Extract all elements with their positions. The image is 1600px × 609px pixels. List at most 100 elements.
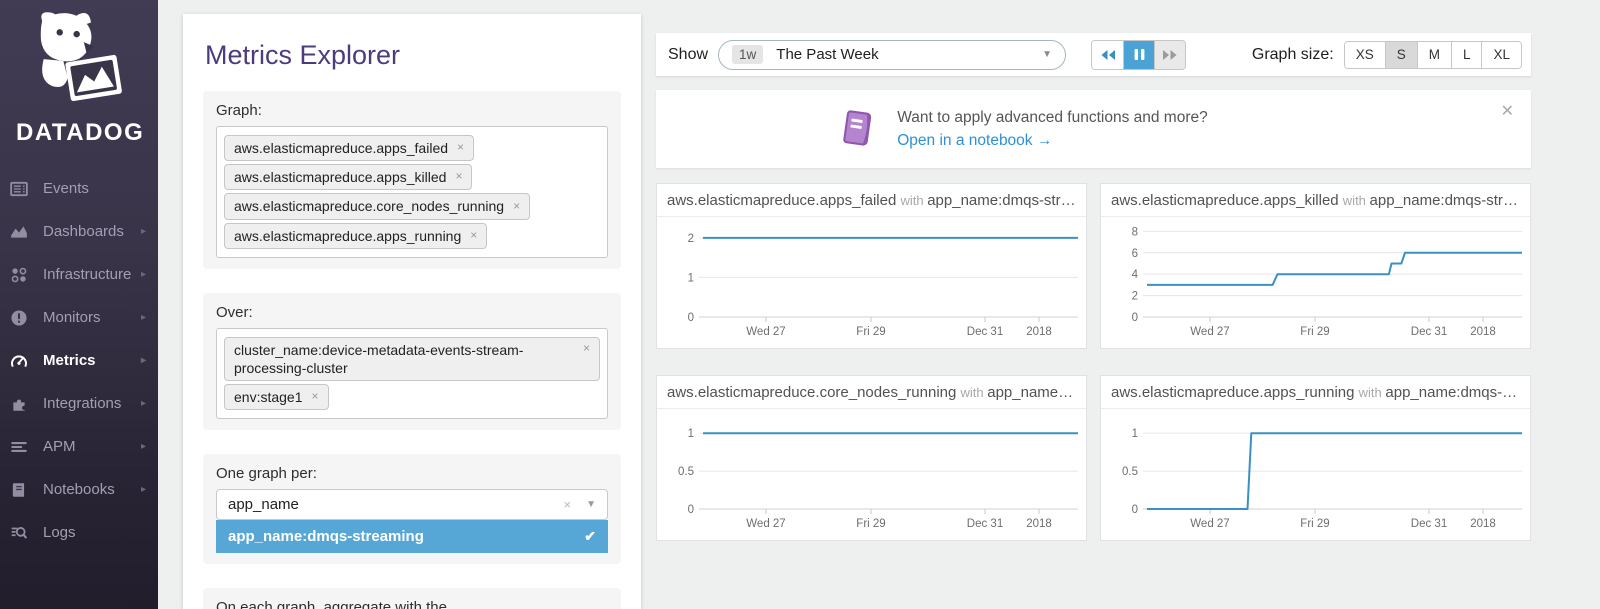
one-graph-per-select[interactable]: app_name × ▼ [216,489,608,520]
svg-text:0: 0 [688,504,694,516]
svg-text:1: 1 [688,272,694,284]
monitors-icon [10,309,28,327]
events-icon [10,180,28,198]
sidebar-item-metrics[interactable]: Metrics ▸ [0,339,158,382]
sidebar-item-infrastructure[interactable]: Infrastructure▸ [0,253,158,296]
graph-label: Graph: [216,102,608,119]
remove-tag-icon[interactable]: × [455,169,462,185]
svg-text:Fri 29: Fri 29 [856,518,885,530]
chart-plot-area[interactable]: 012Wed 27Fri 29Dec 312018 [657,217,1086,348]
svg-text:Dec 31: Dec 31 [967,326,1003,338]
chevron-right-icon: ▸ [141,484,146,495]
chart-card: aws.elasticmapreduce.apps_failed with ap… [656,183,1087,349]
sidebar-item-label: Metrics [43,352,96,369]
graph-size-s-button[interactable]: S [1385,42,1417,68]
remove-tag-icon[interactable]: × [470,228,477,244]
remove-tag-icon[interactable]: × [583,341,590,357]
banner-message: Want to apply advanced functions and mor… [897,109,1207,127]
toolbar: Show 1w The Past Week ▼ Graph size: XSSM… [656,33,1531,76]
metrics-icon [10,352,28,370]
pause-button[interactable] [1123,41,1154,69]
sidebar-item-events[interactable]: Events [0,167,158,210]
svg-text:0.5: 0.5 [678,466,694,478]
chart-metric-name: aws.elasticmapreduce.apps_killed [1111,192,1343,209]
chart-scope: app_name:dmqs-streaming [1370,192,1530,209]
svg-text:Fri 29: Fri 29 [1300,518,1329,530]
sidebar-item-notebooks[interactable]: Notebooks▸ [0,468,158,511]
sidebar-item-label: Monitors [43,309,101,326]
fast-forward-button[interactable] [1154,41,1185,69]
fast-forward-icon [1162,49,1178,61]
svg-text:0: 0 [1132,504,1138,516]
svg-text:Dec 31: Dec 31 [1411,326,1447,338]
chart-scope: app_name:dmqs-streaming [1385,384,1530,401]
filter-tag: env:stage1× [224,384,329,410]
graph-size-m-button[interactable]: M [1417,42,1451,68]
notebook-banner: Want to apply advanced functions and mor… [656,90,1531,168]
svg-text:0.5: 0.5 [1122,466,1138,478]
remove-tag-icon[interactable]: × [312,389,319,405]
graph-size-xl-button[interactable]: XL [1481,42,1521,68]
svg-text:6: 6 [1132,248,1138,260]
remove-tag-icon[interactable]: × [513,199,520,215]
chart-title-conjunction: with [961,385,988,400]
one-graph-per-label: One graph per: [216,465,608,482]
chevron-right-icon: ▸ [141,398,146,409]
graph-size-l-button[interactable]: L [1451,42,1482,68]
group-option-selected[interactable]: app_name:dmqs-streaming ✔ [216,520,608,553]
page-title: Metrics Explorer [205,40,641,71]
svg-text:2: 2 [688,233,694,245]
over-section: Over: cluster_name:device-metadata-event… [203,293,621,431]
datadog-logo[interactable]: DATADOG [0,0,158,147]
chart-plot-area[interactable]: 00.51Wed 27Fri 29Dec 312018 [657,409,1086,540]
chart-title: aws.elasticmapreduce.core_nodes_running … [657,376,1086,409]
svg-text:2018: 2018 [1470,518,1496,530]
metric-tag-line: aws.elasticmapreduce.core_nodes_running × [224,193,600,219]
remove-tag-icon[interactable]: × [457,140,464,156]
chart-title-conjunction: with [1359,385,1386,400]
svg-text:2: 2 [1132,291,1138,303]
metric-tag-label: aws.elasticmapreduce.core_nodes_running [234,197,504,215]
chart-plot-area[interactable]: 00.51Wed 27Fri 29Dec 312018 [1101,409,1530,540]
clear-icon[interactable]: × [564,497,572,512]
graph-size-control: Graph size: XSSMLXL [1252,41,1522,69]
sidebar-item-monitors[interactable]: Monitors ▸ [0,296,158,339]
graph-size-group: XSSMLXL [1344,41,1522,69]
show-label: Show [668,46,708,64]
graph-metrics-input[interactable]: aws.elasticmapreduce.apps_failed× aws.ela… [216,126,608,258]
graph-size-xs-button[interactable]: XS [1345,42,1385,68]
sidebar-item-label: Dashboards [43,223,124,240]
sidebar-item-logs[interactable]: Logs [0,511,158,554]
metric-tag: aws.elasticmapreduce.apps_failed× [224,135,474,161]
graph-size-label: Graph size: [1252,46,1334,64]
rewind-button[interactable] [1092,41,1123,69]
sidebar-item-apm[interactable]: APM▸ [0,425,158,468]
sidebar-item-label: Logs [43,524,76,541]
sidebar: DATADOG EventsDashboards▸Infrastructure▸… [0,0,158,609]
chart-scope: app_name:dmqs-streaming [987,384,1086,401]
check-icon: ✔ [584,528,596,545]
close-icon[interactable]: ✕ [1501,101,1514,121]
sidebar-item-integrations[interactable]: Integrations▸ [0,382,158,425]
sidebar-nav: EventsDashboards▸Infrastructure▸Monitors… [0,167,158,554]
chevron-right-icon: ▸ [141,355,146,366]
banner-text: Want to apply advanced functions and mor… [897,109,1207,150]
aggregate-section: On each graph, aggregate with the Averag… [203,588,621,609]
sidebar-item-dashboards[interactable]: Dashboards▸ [0,210,158,253]
svg-text:1: 1 [688,428,694,440]
over-label: Over: [216,304,608,321]
filter-tag-line: env:stage1× [224,384,600,410]
open-in-notebook-link[interactable]: Open in a notebook → [897,132,1207,150]
chevron-right-icon: ▸ [141,312,146,323]
time-range-select[interactable]: 1w The Past Week ▼ [718,40,1066,70]
chart-metric-name: aws.elasticmapreduce.apps_running [1111,384,1359,401]
chart-scope: app_name:dmqs-streaming [927,192,1086,209]
over-filters-input[interactable]: cluster_name:device-metadata-events-stre… [216,328,608,420]
metric-tag-label: aws.elasticmapreduce.apps_killed [234,168,446,186]
metric-tag-line: aws.elasticmapreduce.apps_running× [224,223,600,249]
chart-card: aws.elasticmapreduce.apps_running with a… [1100,375,1531,541]
chevron-down-icon: ▼ [586,499,596,510]
sidebar-item-label: APM [43,438,76,455]
chart-plot-area[interactable]: 02468Wed 27Fri 29Dec 312018 [1101,217,1530,348]
sidebar-item-label: Events [43,180,89,197]
